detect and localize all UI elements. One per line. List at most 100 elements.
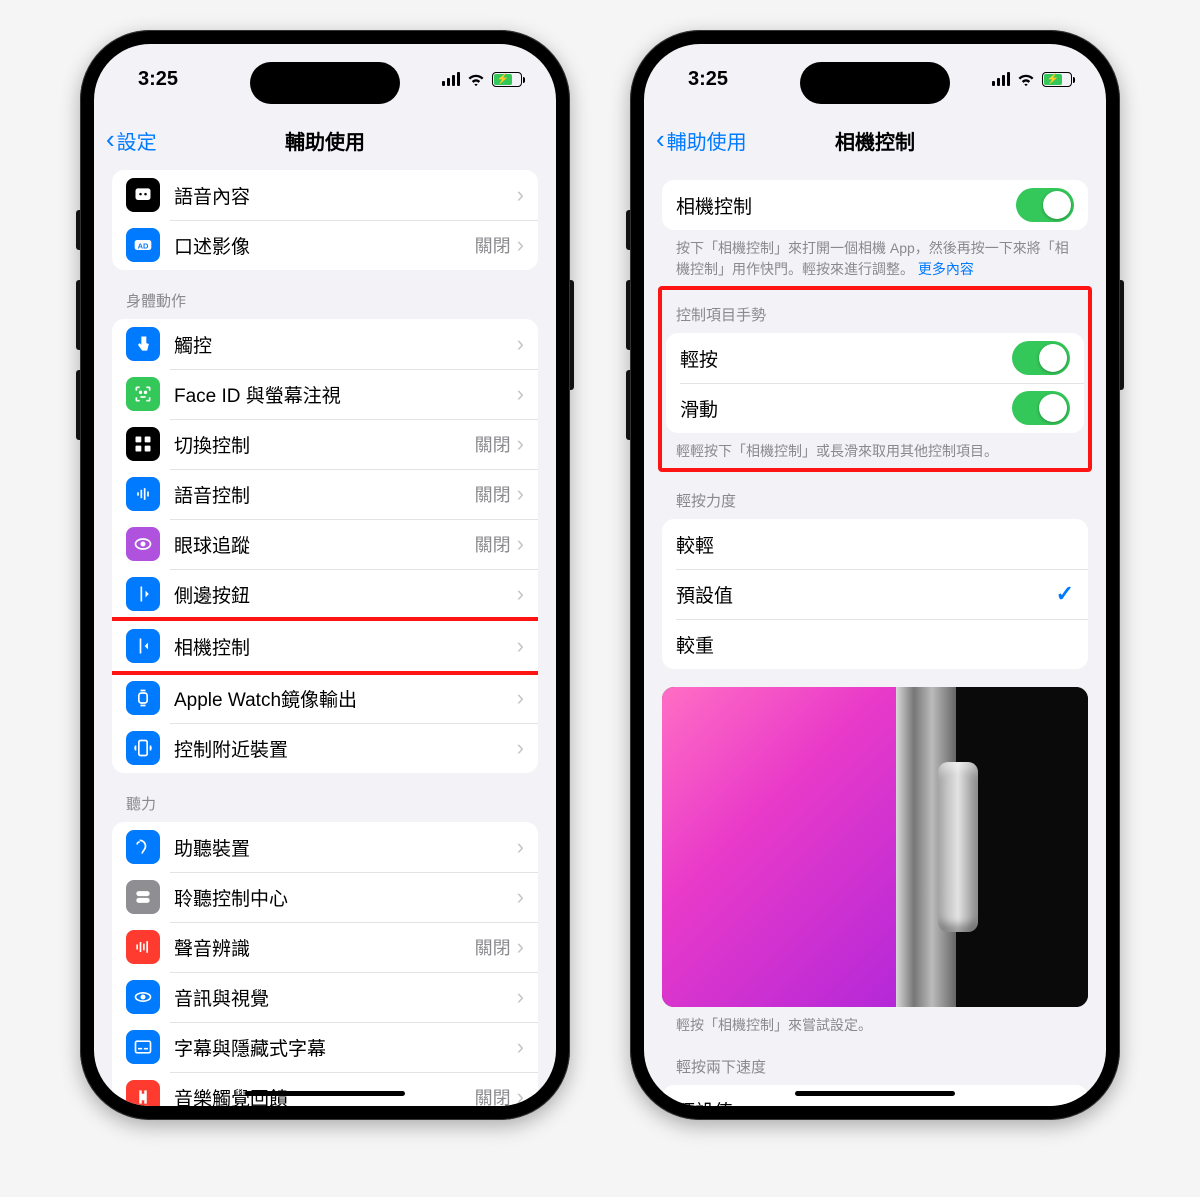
screen-right: 3:25 ⚡ ‹ 輔助使用 相機控制 相機控制 按下「相機控制」來: [644, 44, 1106, 1106]
row-label: Face ID 與螢幕注視: [174, 381, 517, 408]
row-force-default[interactable]: 預設值 ✓: [662, 569, 1088, 619]
home-indicator[interactable]: [245, 1091, 405, 1096]
row-label: 較輕: [676, 531, 1074, 558]
row-label: 觸控: [174, 331, 517, 358]
back-button[interactable]: ‹ 輔助使用: [656, 126, 747, 155]
haptic-icon: [126, 1080, 160, 1106]
row-value: 關閉: [475, 232, 511, 258]
row-value: 關閉: [475, 1084, 511, 1106]
row-label: 相機控制: [676, 192, 1016, 219]
chevron-right-icon: ›: [517, 182, 524, 208]
row-speech[interactable]: 語音內容 ›: [112, 170, 538, 220]
force-group: 較輕 預設值 ✓ 較重: [662, 519, 1088, 669]
camera-control-settings[interactable]: 相機控制 按下「相機控制」來打開一個相機 App，然後再按一下來將「相機控制」用…: [644, 166, 1106, 1106]
row-label: 聆聽控制中心: [174, 884, 517, 911]
footer-text: 按下「相機控制」來打開一個相機 App，然後再按一下來將「相機控制」用作快門。輕…: [676, 240, 1069, 277]
row-eye[interactable]: 眼球追蹤 關閉 ›: [112, 519, 538, 569]
row-label: 音訊與視覺: [174, 984, 517, 1011]
row-value: 關閉: [475, 481, 511, 507]
signal-icon: [992, 72, 1010, 86]
toggle-switch[interactable]: [1016, 188, 1074, 222]
row-hearing-device[interactable]: 助聽裝置 ›: [112, 822, 538, 872]
row-label: 語音內容: [174, 182, 517, 209]
phone-right: 3:25 ⚡ ‹ 輔助使用 相機控制 相機控制 按下「相機控制」來: [630, 30, 1120, 1120]
row-label: Apple Watch鏡像輸出: [174, 685, 517, 712]
back-button[interactable]: ‹ 設定: [106, 126, 157, 155]
row-audio-desc[interactable]: AD 口述影像 關閉 ›: [112, 220, 538, 270]
status-icons: ⚡: [992, 72, 1072, 87]
row-touch[interactable]: 觸控 ›: [112, 319, 538, 369]
illust-footer: 輕按「相機控制」來嘗試設定。: [662, 1007, 1088, 1036]
row-tap[interactable]: 輕按: [666, 333, 1084, 383]
more-link[interactable]: 更多內容: [918, 261, 974, 277]
camera-ctrl-icon: [126, 629, 160, 663]
row-force-light[interactable]: 較輕: [662, 519, 1088, 569]
settings-list[interactable]: 語音內容 › AD 口述影像 關閉 › 身體動作: [94, 166, 556, 1106]
chevron-left-icon: ‹: [656, 126, 665, 152]
checkmark-icon: ✓: [1056, 581, 1074, 607]
page-title: 相機控制: [835, 126, 915, 155]
hearing-group: 助聽裝置 › 聆聽控制中心 › 聲音辨識 關閉 ›: [112, 822, 538, 1106]
row-value: 關閉: [475, 431, 511, 457]
row-cc-center[interactable]: 聆聽控制中心 ›: [112, 872, 538, 922]
section-header-speed: 輕按兩下速度: [662, 1036, 1088, 1085]
row-side[interactable]: 側邊按鈕 ›: [112, 569, 538, 619]
row-haptic[interactable]: 音樂觸覺回饋 關閉 ›: [112, 1072, 538, 1106]
illust-frame: [896, 687, 956, 1007]
row-nearby[interactable]: 控制附近裝置 ›: [112, 723, 538, 773]
row-label: 相機控制: [174, 633, 517, 660]
row-switch[interactable]: 切換控制 關閉 ›: [112, 419, 538, 469]
status-time: 3:25: [138, 68, 178, 91]
screen-left: 3:25 ⚡ ‹ 設定 輔助使用 語音內容 ›: [94, 44, 556, 1106]
row-label: 控制附近裝置: [174, 735, 517, 762]
switch-icon: [126, 427, 160, 461]
subtitle-icon: [126, 1030, 160, 1064]
chevron-right-icon: ›: [517, 481, 524, 507]
row-audio-vis[interactable]: 音訊與視覺 ›: [112, 972, 538, 1022]
gesture-group: 輕按 滑動: [666, 333, 1084, 433]
illust-camera-button: [938, 762, 978, 932]
row-camera-control[interactable]: 相機控制 ›: [112, 621, 538, 671]
section-header-gesture: 控制項目手勢: [662, 290, 1088, 333]
row-faceid[interactable]: Face ID 與螢幕注視 ›: [112, 369, 538, 419]
highlight-camera-control: 相機控制 ›: [112, 617, 538, 675]
audio-desc-icon: AD: [126, 228, 160, 262]
eye-icon: [126, 527, 160, 561]
chevron-right-icon: ›: [517, 633, 524, 659]
row-label: 較重: [676, 631, 1074, 658]
nav-bar: ‹ 輔助使用 相機控制: [644, 114, 1106, 166]
chevron-right-icon: ›: [517, 232, 524, 258]
chevron-right-icon: ›: [517, 685, 524, 711]
side-button: [1120, 280, 1124, 390]
home-indicator[interactable]: [795, 1091, 955, 1096]
row-label: 預設值: [676, 1097, 1074, 1107]
voice-icon: [126, 477, 160, 511]
back-label: 設定: [117, 126, 157, 155]
row-subtitle[interactable]: 字幕與隱藏式字幕 ›: [112, 1022, 538, 1072]
toggle-switch[interactable]: [1012, 341, 1070, 375]
side-icon: [126, 577, 160, 611]
toggle-switch[interactable]: [1012, 391, 1070, 425]
row-label: 切換控制: [174, 431, 475, 458]
chevron-right-icon: ›: [517, 381, 524, 407]
section-header-force: 輕按力度: [662, 470, 1088, 519]
row-label: 輕按: [680, 345, 1012, 372]
cc-center-icon: [126, 880, 160, 914]
main-footer: 按下「相機控制」來打開一個相機 App，然後再按一下來將「相機控制」用作快門。輕…: [662, 230, 1088, 280]
row-value: 關閉: [475, 531, 511, 557]
row-force-heavy[interactable]: 較重: [662, 619, 1088, 669]
wifi-icon: [466, 72, 486, 87]
chevron-right-icon: ›: [517, 984, 524, 1010]
row-value: 關閉: [475, 934, 511, 960]
top-group: 語音內容 › AD 口述影像 關閉 ›: [112, 170, 538, 270]
row-sound-rec[interactable]: 聲音辨識 關閉 ›: [112, 922, 538, 972]
row-swipe[interactable]: 滑動: [666, 383, 1084, 433]
nav-bar: ‹ 設定 輔助使用: [94, 114, 556, 166]
row-label: 語音控制: [174, 481, 475, 508]
hearing-icon: [126, 830, 160, 864]
row-watch[interactable]: Apple Watch鏡像輸出 ›: [112, 673, 538, 723]
page-title: 輔助使用: [285, 126, 365, 155]
row-camera-toggle[interactable]: 相機控制: [662, 180, 1088, 230]
row-voice[interactable]: 語音控制 關閉 ›: [112, 469, 538, 519]
dynamic-island: [250, 62, 400, 104]
